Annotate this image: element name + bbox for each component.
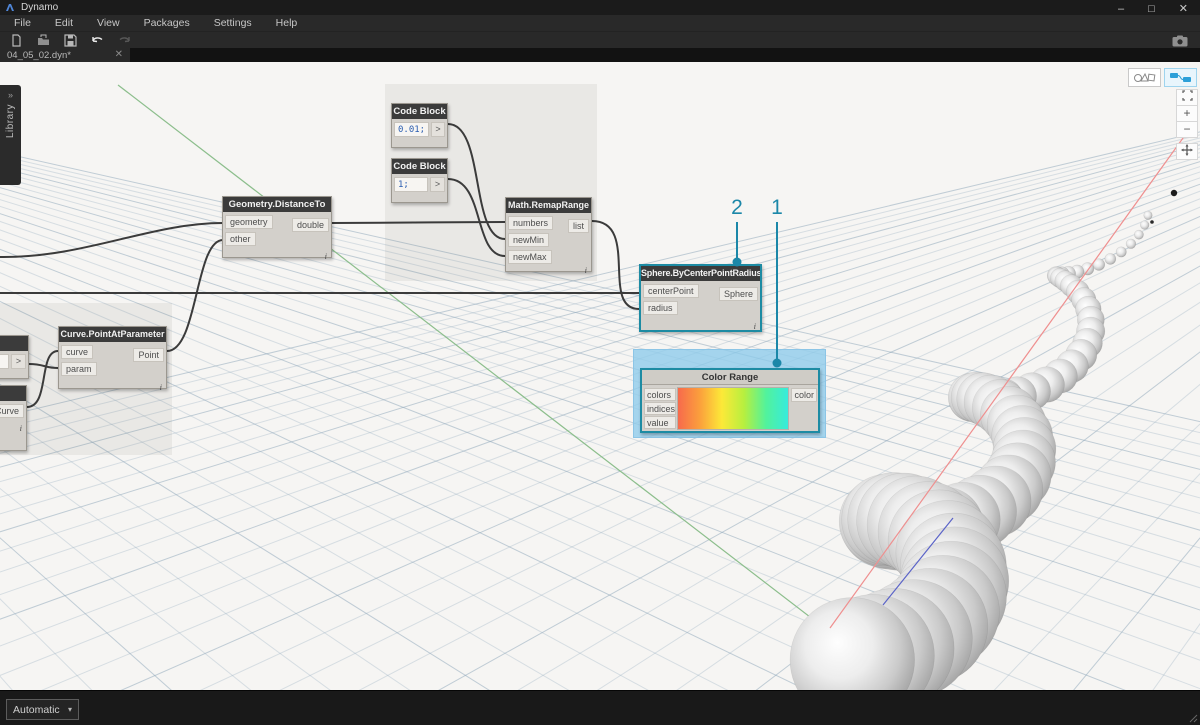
node-header[interactable]: Sphere.ByCenterPointRadius — [641, 266, 760, 281]
output-port[interactable]: > — [430, 177, 445, 192]
status-bar: Automatic ▾ — [0, 690, 1200, 725]
workspace-canvas[interactable]: » Library > yCurve i Code Block 0.01; > … — [0, 62, 1200, 690]
fit-view-icon — [1181, 90, 1193, 101]
zoom-fit-button[interactable] — [1176, 89, 1198, 106]
node-graph-icon — [1169, 73, 1191, 82]
run-mode-dropdown[interactable]: Automatic ▾ — [6, 699, 79, 720]
library-panel-tab[interactable]: » Library — [0, 85, 21, 185]
input-port-indices[interactable]: indices — [644, 402, 676, 415]
library-expand-icon: » — [7, 90, 13, 100]
input-port-geometry[interactable]: geometry — [225, 215, 273, 229]
node-sphere-by-center-point-radius[interactable]: Sphere.ByCenterPointRadius centerPoint r… — [639, 264, 762, 332]
node-math-remap-range[interactable]: Math.RemapRange numbers newMin newMax li… — [505, 197, 592, 275]
output-port-color[interactable]: color — [791, 388, 817, 402]
menu-file[interactable]: File — [2, 17, 43, 29]
view-toggle-group — [1128, 68, 1197, 87]
node-header[interactable]: Geometry.DistanceTo — [223, 197, 331, 212]
node-geometry-distance-to[interactable]: Geometry.DistanceTo geometry other doubl… — [222, 196, 332, 261]
geometry-view-button[interactable] — [1128, 68, 1161, 87]
input-port-numbers[interactable]: numbers — [508, 216, 554, 230]
node-code-block-1[interactable]: Code Block 0.01; > — [391, 103, 448, 148]
title-bar: Dynamo — [0, 0, 1200, 15]
toolbar — [0, 31, 1200, 48]
resize-grip[interactable] — [1189, 714, 1198, 723]
color-range-gradient[interactable] — [677, 387, 789, 430]
tab-label: 04_05_02.dyn* — [7, 49, 71, 61]
close-button[interactable]: ✕ — [1179, 4, 1188, 15]
new-file-icon[interactable] — [10, 33, 23, 47]
output-port-double[interactable]: double — [291, 218, 329, 232]
lacing-indicator[interactable]: i — [20, 423, 22, 433]
node-partial-curve[interactable]: yCurve i — [0, 385, 27, 451]
lacing-indicator[interactable]: i — [585, 265, 587, 275]
menu-bar: File Edit View Packages Settings Help — [0, 15, 1200, 31]
annotation-number-1: 1 — [771, 196, 783, 219]
node-color-range[interactable]: Color Range colors indices value color — [640, 368, 820, 433]
minimize-button[interactable]: – — [1118, 4, 1124, 15]
input-port-other[interactable]: other — [225, 232, 256, 246]
node-header[interactable]: Color Range — [642, 370, 818, 385]
tab-04-05-02[interactable]: 04_05_02.dyn* ✕ — [0, 48, 130, 62]
node-code-block-2[interactable]: Code Block 1; > — [391, 158, 448, 203]
menu-help[interactable]: Help — [264, 17, 310, 29]
node-header[interactable]: Code Block — [392, 104, 447, 119]
node-curve-point-at-parameter[interactable]: Curve.PointAtParameter curve param Point… — [58, 326, 167, 392]
input-port-value[interactable]: value — [644, 416, 676, 429]
input-port-newmax[interactable]: newMax — [508, 250, 552, 264]
window-controls: – □ ✕ — [1118, 4, 1188, 15]
zoom-in-button[interactable]: + — [1176, 105, 1198, 122]
pan-button[interactable] — [1176, 143, 1198, 160]
redo-icon[interactable] — [118, 34, 131, 47]
code-input[interactable]: 1; — [394, 177, 428, 192]
annotation-number-2: 2 — [731, 196, 743, 219]
input-port-param[interactable]: param — [61, 362, 97, 376]
dynamo-logo-icon — [6, 3, 14, 11]
menu-view[interactable]: View — [85, 17, 132, 29]
code-input[interactable]: 0.01; — [394, 122, 430, 137]
pan-icon — [1181, 144, 1193, 156]
menu-edit[interactable]: Edit — [43, 17, 85, 29]
camera-icon[interactable] — [1172, 35, 1188, 47]
output-port[interactable]: > — [11, 354, 26, 369]
input-port-newmin[interactable]: newMin — [508, 233, 550, 247]
undo-icon[interactable] — [91, 34, 104, 47]
node-header[interactable]: Curve.PointAtParameter — [59, 327, 166, 342]
geometry-shapes-icon — [1133, 72, 1155, 82]
output-port[interactable]: > — [431, 122, 445, 137]
node-header[interactable]: Math.RemapRange — [506, 198, 591, 213]
wire[interactable] — [591, 220, 640, 310]
menu-settings[interactable]: Settings — [202, 17, 264, 29]
lacing-indicator[interactable]: i — [325, 251, 327, 261]
input-port-radius[interactable]: radius — [643, 301, 678, 315]
run-mode-value: Automatic — [13, 703, 60, 716]
chevron-down-icon: ▾ — [67, 705, 72, 714]
output-port-list[interactable]: list — [568, 219, 589, 233]
output-port[interactable]: yCurve — [0, 404, 24, 418]
maximize-button[interactable]: □ — [1148, 4, 1155, 15]
lacing-indicator[interactable]: i — [754, 321, 756, 331]
app-title: Dynamo — [21, 2, 59, 13]
menu-packages[interactable]: Packages — [132, 17, 202, 29]
input-port-colors[interactable]: colors — [644, 388, 676, 401]
axis-lines-red-blue — [829, 119, 1197, 629]
wire[interactable] — [331, 221, 506, 224]
node-header[interactable]: Code Block — [392, 159, 447, 174]
lacing-indicator[interactable]: i — [160, 382, 162, 392]
graph-view-button[interactable] — [1164, 68, 1197, 87]
output-port-sphere[interactable]: Sphere — [718, 287, 758, 301]
tab-bar: 04_05_02.dyn* ✕ — [0, 48, 1200, 62]
output-port-point[interactable]: Point — [133, 348, 164, 362]
input-port-curve[interactable]: curve — [61, 345, 94, 359]
open-file-icon[interactable] — [37, 34, 50, 47]
library-label: Library — [5, 104, 16, 139]
node-partial-code-block[interactable]: > — [0, 335, 29, 379]
tab-close-icon[interactable]: ✕ — [115, 50, 123, 60]
input-port-centerpoint[interactable]: centerPoint — [643, 284, 699, 298]
zoom-out-button[interactable]: − — [1176, 121, 1198, 138]
wire[interactable] — [0, 291, 640, 294]
save-file-icon[interactable] — [64, 33, 77, 47]
zoom-controls: + − — [1176, 89, 1198, 160]
